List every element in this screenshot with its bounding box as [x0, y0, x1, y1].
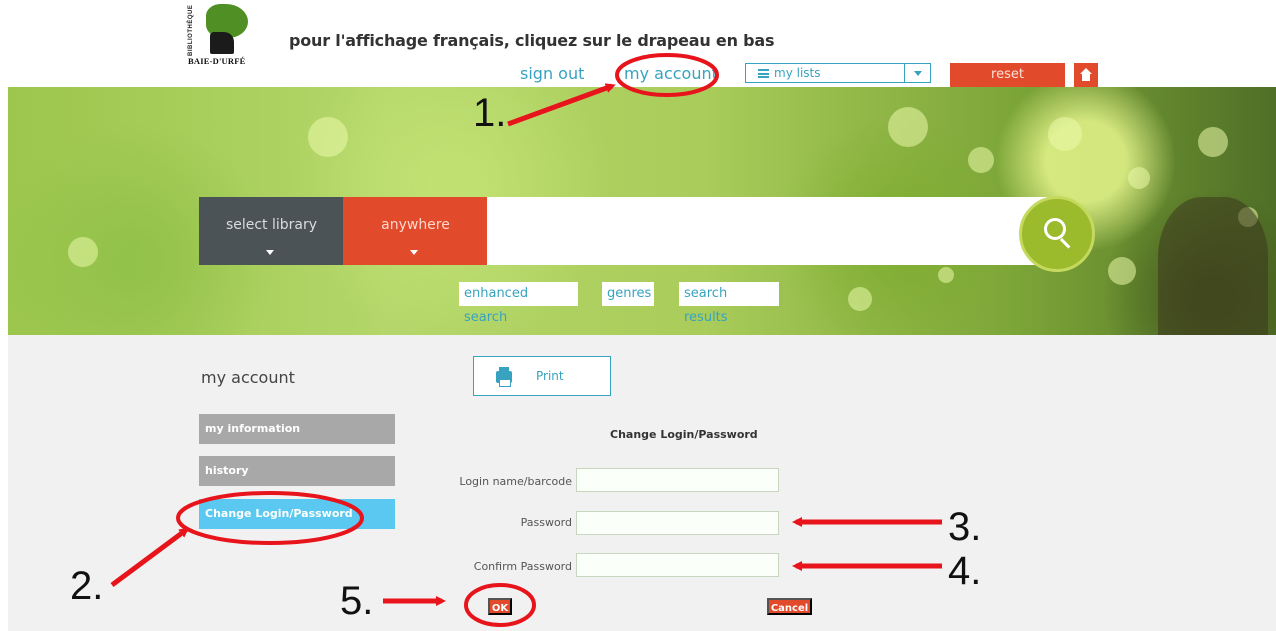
step-3-label: 3. [948, 505, 982, 549]
logo-name: BAIE-D'URFÉ [188, 56, 246, 66]
search-scope-label: anywhere [381, 217, 450, 233]
reset-button[interactable]: reset [950, 63, 1065, 87]
my-account-link[interactable]: my account [624, 64, 718, 83]
my-lists-label: my lists [774, 66, 821, 80]
caret-down-icon [266, 250, 274, 255]
logo-vertical-text: BIBLIOTHÈQUE [188, 4, 194, 56]
chevron-down-icon[interactable] [904, 64, 930, 82]
home-button[interactable] [1074, 63, 1098, 87]
search-icon [1044, 218, 1066, 240]
search-scope-dropdown[interactable]: anywhere [343, 197, 488, 265]
reader-icon [210, 32, 234, 54]
french-display-note: pour l'affichage français, cliquez sur l… [289, 31, 775, 50]
tab-enhanced-search[interactable]: enhanced search [459, 282, 578, 325]
caret-down-icon [410, 250, 418, 255]
sidebar-item-change-login-password[interactable]: Change Login/Password [199, 499, 395, 529]
page-title: my account [201, 368, 295, 387]
library-logo[interactable]: BIBLIOTHÈQUE BAIE-D'URFÉ [188, 4, 252, 70]
search-button[interactable] [1019, 196, 1095, 272]
tab-genres[interactable]: genres [602, 282, 654, 306]
sidebar-item-my-information[interactable]: my information [199, 414, 395, 444]
my-lists-dropdown[interactable]: my lists [745, 63, 931, 83]
step-4-label: 4. [948, 549, 982, 593]
print-button[interactable]: Print [473, 356, 611, 396]
list-icon [758, 69, 769, 78]
ok-button[interactable]: OK [488, 598, 512, 615]
step-5-label: 5. [340, 579, 374, 623]
form-title: Change Login/Password [610, 428, 758, 441]
password-field[interactable] [576, 511, 779, 535]
printer-icon [496, 367, 512, 387]
step-1-label: 1. [473, 91, 507, 135]
login-label: Login name/barcode [459, 475, 572, 488]
sign-out-link[interactable]: sign out [520, 64, 584, 83]
select-library-label: select library [225, 217, 318, 233]
confirm-password-field[interactable] [576, 553, 779, 577]
print-label: Print [536, 369, 564, 383]
select-library-dropdown[interactable]: select library [199, 197, 344, 265]
login-field[interactable] [576, 468, 779, 492]
password-label: Password [520, 516, 572, 529]
step-2-label: 2. [70, 564, 104, 608]
tab-search-results[interactable]: search results [679, 282, 779, 325]
confirm-password-label: Confirm Password [473, 560, 572, 573]
cancel-button[interactable]: Cancel [767, 598, 812, 615]
sidebar-item-history[interactable]: history [199, 456, 395, 486]
search-input[interactable] [487, 197, 1047, 265]
